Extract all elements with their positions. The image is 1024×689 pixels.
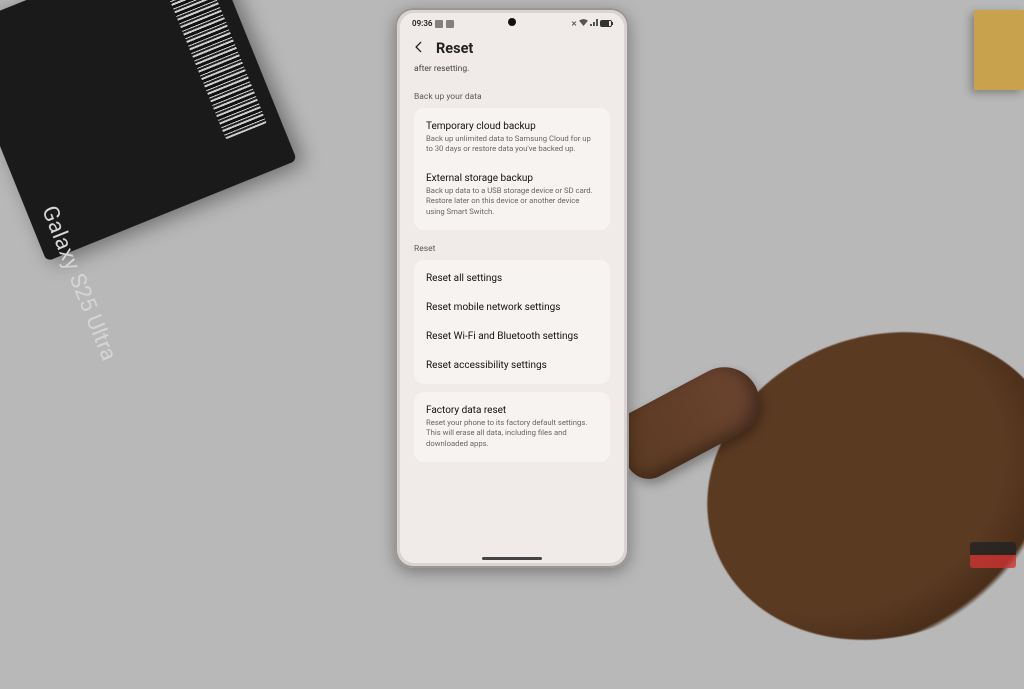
row-title: Reset mobile network settings: [426, 302, 598, 313]
row-title: Reset accessibility settings: [426, 360, 598, 371]
section-label-backup: Back up your data: [414, 86, 610, 108]
row-desc: Reset your phone to its factory default …: [426, 418, 598, 449]
gesture-nav-indicator[interactable]: [482, 557, 542, 560]
page-title: Reset: [436, 40, 473, 57]
page-header: Reset: [400, 31, 624, 64]
status-time: 09:36: [412, 19, 432, 28]
back-icon[interactable]: [412, 39, 426, 58]
row-desc: Back up data to a USB storage device or …: [426, 186, 598, 217]
row-title: Reset Wi-Fi and Bluetooth settings: [426, 331, 598, 342]
row-reset-all-settings[interactable]: Reset all settings: [414, 264, 610, 293]
row-title: Reset all settings: [426, 273, 598, 284]
front-camera: [508, 18, 516, 26]
backup-card: Temporary cloud backup Back up unlimited…: [414, 108, 610, 230]
watermark-logo: [970, 542, 1016, 568]
factory-card: Factory data reset Reset your phone to i…: [414, 392, 610, 462]
prop-top-right: [974, 10, 1024, 90]
vibrate-icon: ✕: [571, 20, 577, 28]
row-external-storage-backup[interactable]: External storage backup Back up data to …: [414, 164, 610, 226]
product-box: Galaxy S25 Ultra: [0, 0, 297, 261]
row-reset-wifi-bluetooth[interactable]: Reset Wi-Fi and Bluetooth settings: [414, 322, 610, 351]
phone-frame: 09:36 ✕ Reset after: [395, 8, 629, 568]
wifi-icon: [579, 19, 588, 28]
reset-card: Reset all settings Reset mobile network …: [414, 260, 610, 384]
row-title: Temporary cloud backup: [426, 121, 598, 132]
row-reset-accessibility[interactable]: Reset accessibility settings: [414, 351, 610, 380]
row-desc: Back up unlimited data to Samsung Cloud …: [426, 134, 598, 155]
hand: [664, 283, 1024, 688]
row-title: External storage backup: [426, 173, 598, 184]
battery-icon: [600, 20, 612, 27]
status-notif-icon: [435, 20, 443, 28]
intro-text-fragment: after resetting.: [414, 64, 610, 86]
row-temporary-cloud-backup[interactable]: Temporary cloud backup Back up unlimited…: [414, 112, 610, 164]
status-notif-icon: [446, 20, 454, 28]
product-box-label: Galaxy S25 Ultra: [36, 202, 121, 364]
row-factory-data-reset[interactable]: Factory data reset Reset your phone to i…: [414, 396, 610, 458]
signal-icon: [590, 19, 598, 28]
row-reset-mobile-network[interactable]: Reset mobile network settings: [414, 293, 610, 322]
barcode-sticker: [155, 0, 267, 139]
phone-screen: 09:36 ✕ Reset after: [400, 13, 624, 563]
settings-content: after resetting. Back up your data Tempo…: [400, 64, 624, 478]
row-title: Factory data reset: [426, 405, 598, 416]
section-label-reset: Reset: [414, 238, 610, 260]
